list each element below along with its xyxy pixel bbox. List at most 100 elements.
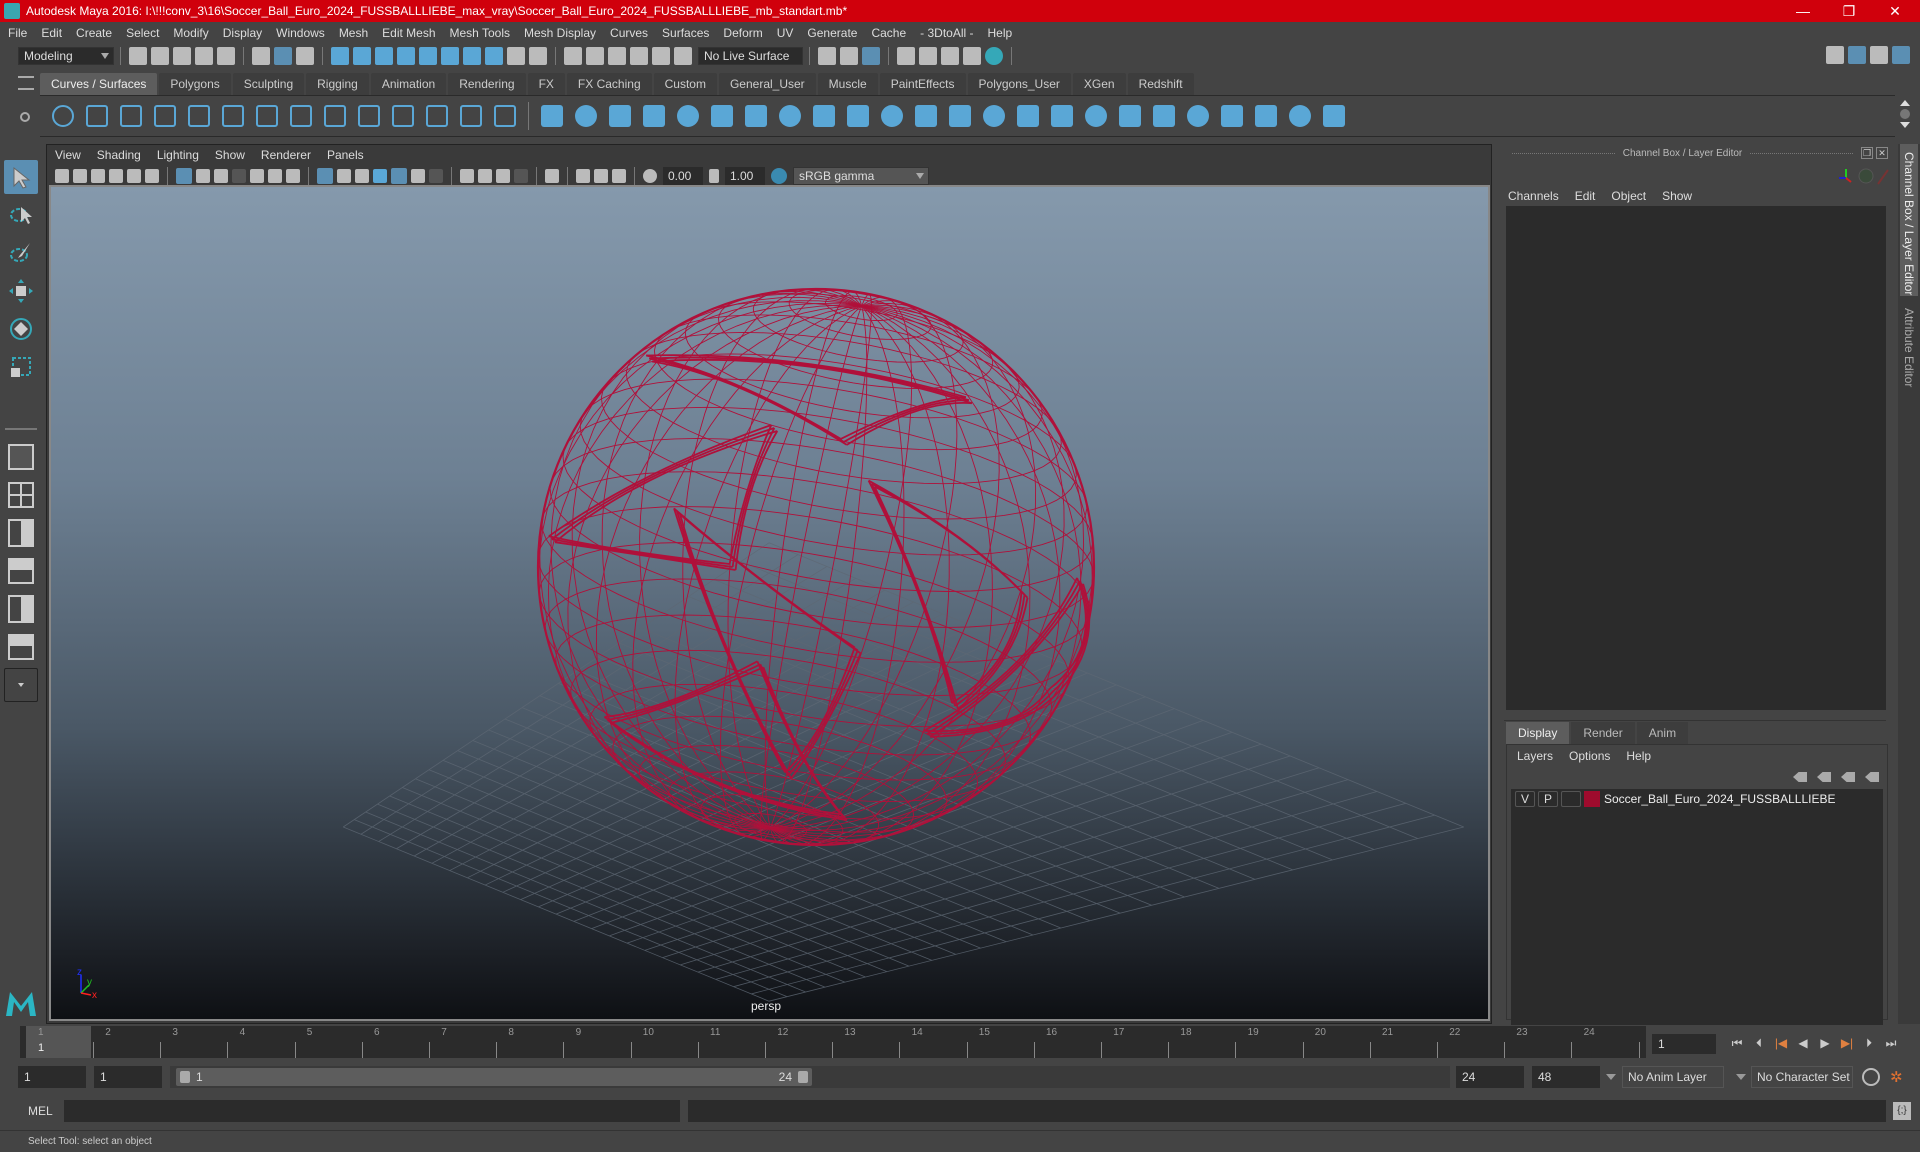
- anim-layer-chevron-icon[interactable]: [1606, 1074, 1616, 1080]
- side-tab-channel-box[interactable]: Channel Box / Layer Editor: [1900, 144, 1918, 296]
- sculpt-geometry-icon[interactable]: [1287, 103, 1313, 129]
- character-set-dropdown[interactable]: No Character Set: [1751, 1066, 1853, 1088]
- xray-active-icon[interactable]: [594, 169, 608, 183]
- attr-icon[interactable]: [652, 47, 670, 65]
- shelf-tab-muscle[interactable]: Muscle: [817, 73, 878, 95]
- select-hierarchy-icon[interactable]: [252, 47, 270, 65]
- menu-file[interactable]: File: [8, 26, 27, 40]
- sculpt-surface-icon[interactable]: [1321, 103, 1347, 129]
- menu-modify[interactable]: Modify: [173, 26, 208, 40]
- scale-tool[interactable]: [4, 350, 38, 384]
- snap-point-icon[interactable]: [375, 47, 393, 65]
- close-button[interactable]: ✕: [1872, 0, 1918, 22]
- menu-create[interactable]: Create: [76, 26, 112, 40]
- use-all-lights-icon[interactable]: [411, 169, 425, 183]
- snap-components-icon[interactable]: [441, 47, 459, 65]
- drag-handle[interactable]: [1512, 152, 1615, 154]
- menu-uv[interactable]: UV: [777, 26, 794, 40]
- output-ops-icon[interactable]: [630, 47, 648, 65]
- animation-start-field[interactable]: 1: [18, 1066, 86, 1088]
- align-surface-icon[interactable]: [1253, 103, 1279, 129]
- layout-four-button[interactable]: [4, 478, 38, 512]
- go-to-end-button[interactable]: ⏭: [1882, 1034, 1900, 1052]
- tab-anim[interactable]: Anim: [1636, 722, 1689, 744]
- open-close-icon[interactable]: [1219, 103, 1245, 129]
- menu-edit[interactable]: Edit: [41, 26, 62, 40]
- layer-playback-toggle[interactable]: P: [1538, 791, 1558, 807]
- gate-mask-icon[interactable]: [232, 169, 246, 183]
- extrude-icon[interactable]: [845, 103, 871, 129]
- menu-deform[interactable]: Deform: [723, 26, 762, 40]
- layer-color-swatch[interactable]: [1584, 791, 1600, 807]
- loft-icon[interactable]: [777, 103, 803, 129]
- detach-surface-icon[interactable]: [1185, 103, 1211, 129]
- shelf-tab-fx[interactable]: FX: [527, 73, 565, 95]
- hypershade-icon[interactable]: [985, 47, 1003, 65]
- screen-space-ao-icon[interactable]: [460, 169, 474, 183]
- layer-visibility-toggle[interactable]: V: [1515, 791, 1535, 807]
- nurbs-circle-icon[interactable]: [50, 103, 76, 129]
- cv-curve-icon[interactable]: [118, 103, 144, 129]
- snap-view-plane-icon[interactable]: [397, 47, 415, 65]
- step-back-key-button[interactable]: |◀: [1772, 1034, 1790, 1052]
- shelf-tab-custom[interactable]: Custom: [653, 73, 717, 95]
- 2d-pan-zoom-icon[interactable]: [127, 169, 141, 183]
- 3d-viewport[interactable]: z y x persp: [49, 185, 1490, 1021]
- gamma-field[interactable]: 1.00: [725, 167, 765, 185]
- revolve-icon[interactable]: [743, 103, 769, 129]
- pencil-curve-icon[interactable]: [152, 103, 178, 129]
- resolution-gate-icon[interactable]: [214, 169, 228, 183]
- command-input[interactable]: [64, 1100, 680, 1122]
- xray-icon[interactable]: [373, 169, 387, 183]
- input-box-icon[interactable]: [818, 47, 836, 65]
- extend-curve-icon[interactable]: [322, 103, 348, 129]
- shelf-options-icon[interactable]: [20, 112, 30, 122]
- time-editor-icon[interactable]: [862, 47, 880, 65]
- range-end-handle[interactable]: [798, 1071, 808, 1083]
- color-space-dropdown[interactable]: sRGB gamma: [793, 167, 929, 185]
- bevel-icon[interactable]: [981, 103, 1007, 129]
- shelf-tab-curves-surfaces[interactable]: Curves / Surfaces: [40, 73, 158, 95]
- shelf-tab-polygons-user[interactable]: Polygons_User: [967, 73, 1071, 95]
- menu-windows[interactable]: Windows: [276, 26, 325, 40]
- nurbs-cone-icon[interactable]: [641, 103, 667, 129]
- attach-curve-icon[interactable]: [424, 103, 450, 129]
- move-layer-down-icon[interactable]: [1817, 772, 1831, 782]
- play-backwards-button[interactable]: ◀: [1794, 1034, 1812, 1052]
- anti-aliasing-icon[interactable]: [496, 169, 510, 183]
- shelf-tab-redshift[interactable]: Redshift: [1127, 73, 1194, 95]
- offset-curve-icon[interactable]: [356, 103, 382, 129]
- menu-select[interactable]: Select: [126, 26, 159, 40]
- image-plane-icon[interactable]: [109, 169, 123, 183]
- layout-outliner-persp-button[interactable]: [4, 516, 38, 550]
- paint-select-tool[interactable]: [4, 236, 38, 270]
- channel-list[interactable]: [1506, 206, 1886, 710]
- birail-icon[interactable]: [879, 103, 905, 129]
- history-icon[interactable]: [564, 47, 582, 65]
- shelf-menu-icon[interactable]: [18, 76, 34, 90]
- timeline-track[interactable]: 1 1 2 3 4 5 6 7 8 9 10 11 12 13 14 15 16 17 18 19 20 21 22 23 2…: [20, 1026, 1646, 1058]
- channel-box-toggle-icon[interactable]: [1892, 46, 1910, 64]
- shelf-scroll-arrows[interactable]: [1898, 98, 1912, 134]
- layer-row[interactable]: V P Soccer_Ball_Euro_2024_FUSSBALLLIEBE: [1511, 789, 1883, 809]
- side-tab-attribute-editor[interactable]: Attribute Editor: [1900, 300, 1918, 404]
- menu-object[interactable]: Object: [1611, 189, 1646, 203]
- viewport-menu-renderer[interactable]: Renderer: [261, 148, 311, 162]
- untrim-icon[interactable]: [1083, 103, 1109, 129]
- safe-action-icon[interactable]: [268, 169, 282, 183]
- bezier-curve-icon[interactable]: [458, 103, 484, 129]
- move-tool[interactable]: [4, 274, 38, 308]
- mode-selector[interactable]: Modeling: [18, 47, 114, 65]
- menu-show[interactable]: Show: [1662, 189, 1692, 203]
- arc-tool-icon[interactable]: [186, 103, 212, 129]
- nurbs-square-icon[interactable]: [84, 103, 110, 129]
- shadows-icon[interactable]: [429, 169, 443, 183]
- nurbs-plane-icon[interactable]: [675, 103, 701, 129]
- shelf-tab-polygons[interactable]: Polygons: [159, 73, 231, 95]
- snap-surface-icon[interactable]: [419, 47, 437, 65]
- open-scene-icon[interactable]: [151, 47, 169, 65]
- trim-icon[interactable]: [1049, 103, 1075, 129]
- layout-single-button[interactable]: [4, 440, 38, 474]
- bookmark-icon[interactable]: [91, 169, 105, 183]
- auto-key-icon[interactable]: [1862, 1068, 1880, 1086]
